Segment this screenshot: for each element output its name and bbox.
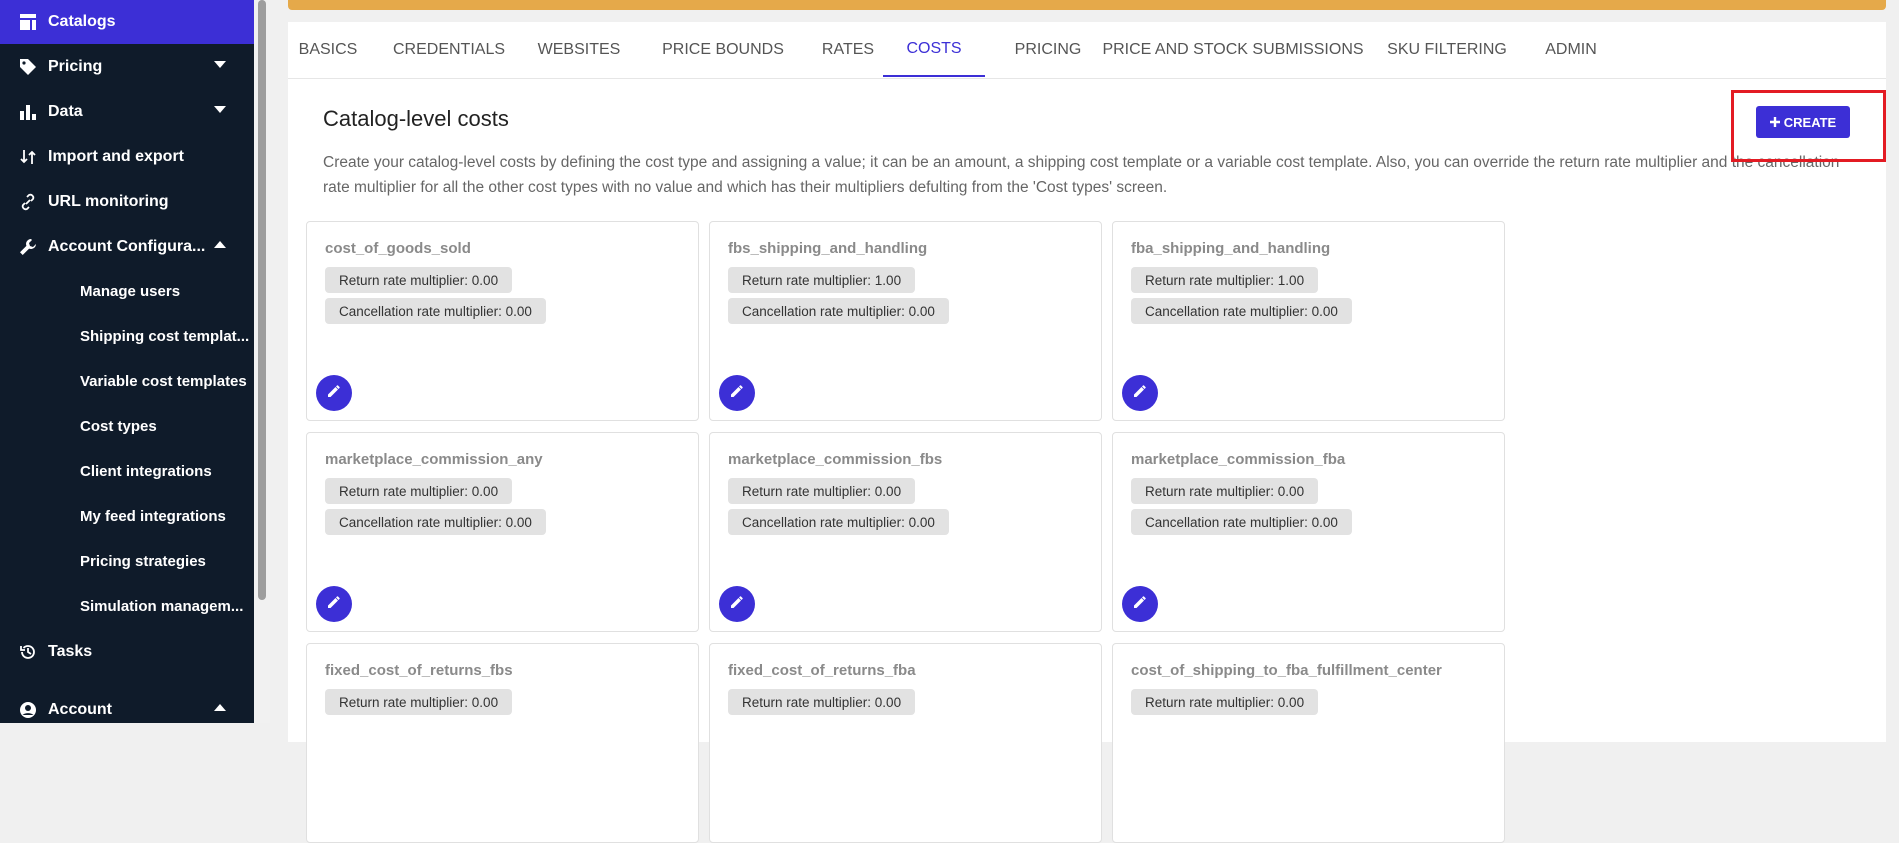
return-rate-chip: Return rate multiplier: 0.00 xyxy=(325,478,513,504)
cost-card-title: marketplace_commission_any xyxy=(325,451,543,468)
pencil-icon xyxy=(1132,594,1148,615)
tab-costs[interactable]: COSTS xyxy=(883,22,985,77)
return-rate-chip: Return rate multiplier: 1.00 xyxy=(728,267,916,293)
cost-card-title: cost_of_shipping_to_fba_fulfillment_cent… xyxy=(1131,662,1442,679)
edit-button[interactable] xyxy=(316,375,352,411)
account-circle-icon xyxy=(18,700,38,720)
cost-card: fixed_cost_of_returns_fba Return rate mu… xyxy=(709,643,1102,843)
cost-card-title: fixed_cost_of_returns_fbs xyxy=(325,662,513,679)
cost-card: fba_shipping_and_handling Return rate mu… xyxy=(1112,221,1505,421)
pencil-icon xyxy=(729,383,745,404)
cost-card: fbs_shipping_and_handling Return rate mu… xyxy=(709,221,1102,421)
tab-bar: BASICS CREDENTIALS WEBSITES PRICE BOUNDS… xyxy=(288,22,1886,79)
catalog-icon xyxy=(18,12,38,32)
cost-card-title: marketplace_commission_fba xyxy=(1131,451,1346,468)
sidebar-item-url-monitoring[interactable]: URL monitoring xyxy=(0,180,254,224)
edit-button[interactable] xyxy=(719,586,755,622)
return-rate-chip: Return rate multiplier: 0.00 xyxy=(728,478,916,504)
tab-price-and-stock-submissions[interactable]: PRICE AND STOCK SUBMISSIONS xyxy=(1102,22,1363,77)
return-rate-chip: Return rate multiplier: 0.00 xyxy=(1131,478,1319,504)
cost-card-title: fba_shipping_and_handling xyxy=(1131,240,1331,257)
return-rate-chip: Return rate multiplier: 1.00 xyxy=(1131,267,1319,293)
sidebar-item-label: Tasks xyxy=(48,643,93,660)
section-description: Create your catalog-level costs by defin… xyxy=(323,154,1840,196)
return-rate-chip: Return rate multiplier: 0.00 xyxy=(1131,689,1319,715)
cost-card: marketplace_commission_any Return rate m… xyxy=(306,432,699,632)
tab-sku-filtering[interactable]: SKU FILTERING xyxy=(1366,22,1528,77)
return-rate-chip: Return rate multiplier: 0.00 xyxy=(325,267,513,293)
sidebar-subitem-pricing-strategies[interactable]: Pricing strategies xyxy=(80,553,206,570)
history-icon xyxy=(18,642,38,662)
sidebar-subitem-shipping-cost-templates[interactable]: Shipping cost templat... xyxy=(80,328,249,345)
tab-basics[interactable]: BASICS xyxy=(292,22,364,77)
chevron-up-icon xyxy=(214,241,226,248)
pencil-icon xyxy=(326,594,342,615)
cost-card: cost_of_shipping_to_fba_fulfillment_cent… xyxy=(1112,643,1505,843)
cost-card-title: cost_of_goods_sold xyxy=(325,240,471,257)
cost-card: cost_of_goods_sold Return rate multiplie… xyxy=(306,221,699,421)
sidebar-item-label: URL monitoring xyxy=(48,193,169,210)
tab-price-bounds[interactable]: PRICE BOUNDS xyxy=(648,22,798,77)
return-rate-chip: Return rate multiplier: 0.00 xyxy=(728,689,916,715)
tag-icon xyxy=(18,57,38,77)
cost-card-title: fbs_shipping_and_handling xyxy=(728,240,928,257)
cost-card-title: marketplace_commission_fbs xyxy=(728,451,943,468)
cost-card: marketplace_commission_fba Return rate m… xyxy=(1112,432,1505,632)
sidebar-item-label: Catalogs xyxy=(48,13,116,30)
tab-credentials[interactable]: CREDENTIALS xyxy=(391,22,507,77)
cost-card: fixed_cost_of_returns_fbs Return rate mu… xyxy=(306,643,699,843)
header-accent-bar xyxy=(288,0,1886,10)
bar-chart-icon xyxy=(18,102,38,122)
cost-card-title: fixed_cost_of_returns_fba xyxy=(728,662,916,679)
cost-card: marketplace_commission_fbs Return rate m… xyxy=(709,432,1102,632)
sidebar-scrollbar-thumb[interactable] xyxy=(258,0,266,600)
cancellation-rate-chip: Cancellation rate multiplier: 0.00 xyxy=(325,509,546,535)
chevron-up-icon xyxy=(214,704,226,711)
pencil-icon xyxy=(326,383,342,404)
sidebar-item-catalogs[interactable]: Catalogs xyxy=(0,0,254,44)
edit-button[interactable] xyxy=(719,375,755,411)
sidebar-item-label: Account Configura... xyxy=(48,238,206,255)
sidebar-subitem-client-integrations[interactable]: Client integrations xyxy=(80,463,212,480)
sidebar-subitem-simulation-management[interactable]: Simulation managem... xyxy=(80,598,243,615)
sidebar: Catalogs Pricing Data Import and export … xyxy=(0,0,254,723)
sidebar-item-label: Pricing xyxy=(48,58,103,75)
sidebar-item-label: Data xyxy=(48,103,83,120)
tab-pricing[interactable]: PRICING xyxy=(998,22,1098,77)
chevron-down-icon xyxy=(214,61,226,68)
cancellation-rate-chip: Cancellation rate multiplier: 0.00 xyxy=(325,298,546,324)
catalog-panel: BASICS CREDENTIALS WEBSITES PRICE BOUNDS… xyxy=(288,22,1886,843)
sidebar-item-account[interactable]: Account xyxy=(0,688,254,723)
main-content: BASICS CREDENTIALS WEBSITES PRICE BOUNDS… xyxy=(270,0,1899,843)
cancellation-rate-chip: Cancellation rate multiplier: 0.00 xyxy=(728,298,949,324)
sidebar-subitem-cost-types[interactable]: Cost types xyxy=(80,418,157,435)
pencil-icon xyxy=(1132,383,1148,404)
link-icon xyxy=(18,192,38,212)
sidebar-subitem-feed-integrations[interactable]: My feed integrations xyxy=(80,508,226,525)
pencil-icon xyxy=(729,594,745,615)
wrench-icon xyxy=(18,237,38,257)
sidebar-item-data[interactable]: Data xyxy=(0,90,254,134)
sidebar-item-tasks[interactable]: Tasks xyxy=(0,630,254,674)
sidebar-item-account-configuration[interactable]: Account Configura... xyxy=(0,225,254,269)
return-rate-chip: Return rate multiplier: 0.00 xyxy=(325,689,513,715)
edit-button[interactable] xyxy=(316,586,352,622)
swap-arrows-icon xyxy=(18,147,38,167)
cancellation-rate-chip: Cancellation rate multiplier: 0.00 xyxy=(1131,298,1352,324)
sidebar-item-import-export[interactable]: Import and export xyxy=(0,135,254,179)
sidebar-subitem-variable-cost-templates[interactable]: Variable cost templates xyxy=(80,373,247,390)
tab-websites[interactable]: WEBSITES xyxy=(530,22,628,77)
sidebar-item-label: Account xyxy=(48,701,112,718)
edit-button[interactable] xyxy=(1122,375,1158,411)
page-title: Catalog-level costs xyxy=(323,106,509,131)
cancellation-rate-chip: Cancellation rate multiplier: 0.00 xyxy=(1131,509,1352,535)
sidebar-subitem-manage-users[interactable]: Manage users xyxy=(80,283,180,300)
edit-button[interactable] xyxy=(1122,586,1158,622)
chevron-down-icon xyxy=(214,106,226,113)
sidebar-item-label: Import and export xyxy=(48,148,185,165)
annotation-highlight-box xyxy=(1731,90,1886,162)
sidebar-item-pricing[interactable]: Pricing xyxy=(0,45,254,89)
cancellation-rate-chip: Cancellation rate multiplier: 0.00 xyxy=(728,509,949,535)
tab-admin[interactable]: ADMIN xyxy=(1533,22,1609,77)
